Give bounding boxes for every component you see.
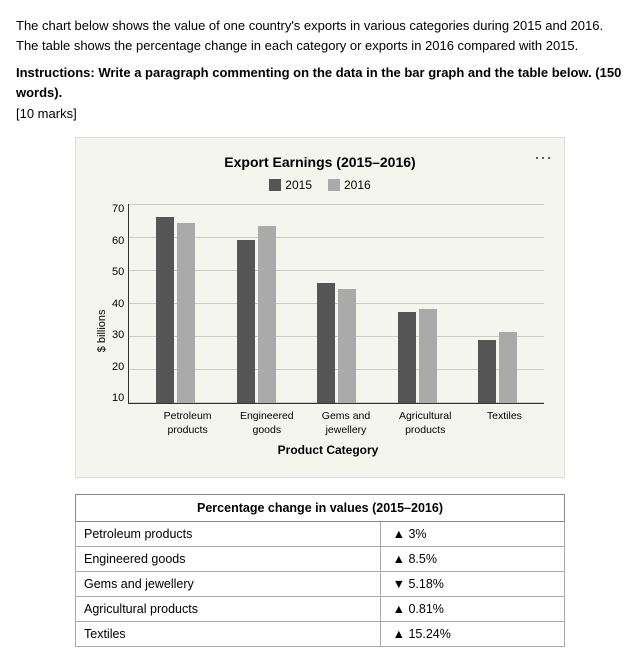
y-axis-label: $ billions	[96, 204, 108, 457]
legend-2016-label: 2016	[344, 178, 371, 192]
legend-2016: 2016	[328, 178, 371, 192]
bar-group	[379, 309, 456, 403]
table-category: Engineered goods	[76, 547, 381, 572]
chart-container: ⋯ Export Earnings (2015–2016) 2015 2016 …	[75, 137, 565, 478]
table-row: Textiles▲ 15.24%	[76, 622, 565, 647]
x-axis-label: Engineeredgoods	[227, 410, 306, 437]
bar-2016	[258, 226, 276, 403]
bar-group	[459, 332, 536, 403]
bar-group	[298, 283, 375, 403]
legend-2015-box	[269, 179, 281, 191]
table-category: Agricultural products	[76, 597, 381, 622]
table-row: Agricultural products▲ 0.81%	[76, 597, 565, 622]
chart-inner: 10 20 30 40 50 60 70 PetroleumproductsEngineer…	[112, 204, 544, 457]
arrow-up-icon: ▲	[393, 552, 405, 566]
bar-2016	[499, 332, 517, 403]
bar-chart-area: $ billions 10 20 30 40 50 60 70 Petroleumprodu…	[96, 204, 544, 457]
y-tick: 10	[112, 393, 124, 404]
table-row: Gems and jewellery▼ 5.18%	[76, 572, 565, 597]
table-value: ▲ 8.5%	[380, 547, 564, 572]
y-tick: 30	[112, 330, 124, 341]
data-table: Percentage change in values (2015–2016) …	[75, 494, 565, 647]
bar-2015	[317, 283, 335, 403]
y-tick: 20	[112, 362, 124, 373]
arrow-up-icon: ▲	[393, 627, 405, 641]
bar-2015	[237, 240, 255, 403]
x-axis-label: Petroleumproducts	[148, 410, 227, 437]
bar-2015	[478, 340, 496, 403]
table-category: Gems and jewellery	[76, 572, 381, 597]
arrow-up-icon: ▲	[393, 602, 405, 616]
table-section: Percentage change in values (2015–2016) …	[75, 494, 565, 647]
arrow-up-icon: ▲	[393, 527, 405, 541]
y-tick: 70	[112, 204, 124, 215]
table-category: Petroleum products	[76, 522, 381, 547]
table-value: ▼ 5.18%	[380, 572, 564, 597]
y-tick: 50	[112, 267, 124, 278]
y-tick: 40	[112, 299, 124, 310]
y-tick: 60	[112, 236, 124, 247]
bar-group	[137, 217, 214, 403]
bar-2016	[419, 309, 437, 403]
bar-2015	[156, 217, 174, 403]
bar-group	[218, 226, 295, 403]
arrow-down-icon: ▼	[393, 577, 405, 591]
x-axis-labels: PetroleumproductsEngineeredgoodsGems and…	[112, 410, 544, 437]
table-value: ▲ 0.81%	[380, 597, 564, 622]
table-row: Petroleum products▲ 3%	[76, 522, 565, 547]
table-header: Percentage change in values (2015–2016)	[76, 495, 565, 522]
legend-2015-label: 2015	[285, 178, 312, 192]
bar-2016	[338, 289, 356, 403]
y-axis: 10 20 30 40 50 60 70	[112, 204, 124, 404]
table-row: Engineered goods▲ 8.5%	[76, 547, 565, 572]
table-value: ▲ 3%	[380, 522, 564, 547]
table-value: ▲ 15.24%	[380, 622, 564, 647]
x-axis-label: Textiles	[465, 410, 544, 437]
bar-groups	[129, 204, 544, 403]
marks-text: [10 marks]	[16, 106, 624, 121]
x-axis-label: Agriculturalproducts	[386, 410, 465, 437]
chart-legend: 2015 2016	[96, 178, 544, 192]
table-category: Textiles	[76, 622, 381, 647]
y-axis-and-bars: 10 20 30 40 50 60 70	[112, 204, 544, 404]
more-options-icon[interactable]: ⋯	[534, 148, 552, 169]
bar-2016	[177, 223, 195, 403]
legend-2015: 2015	[269, 178, 312, 192]
intro-text: The chart below shows the value of one c…	[16, 16, 624, 55]
bars-area	[128, 204, 544, 404]
x-axis-label: Gems andjewellery	[306, 410, 385, 437]
bar-2015	[398, 312, 416, 403]
legend-2016-box	[328, 179, 340, 191]
x-axis-title: Product Category	[112, 443, 544, 457]
chart-title: Export Earnings (2015–2016)	[96, 154, 544, 170]
instructions-text: Instructions: Write a paragraph commenti…	[16, 63, 624, 102]
